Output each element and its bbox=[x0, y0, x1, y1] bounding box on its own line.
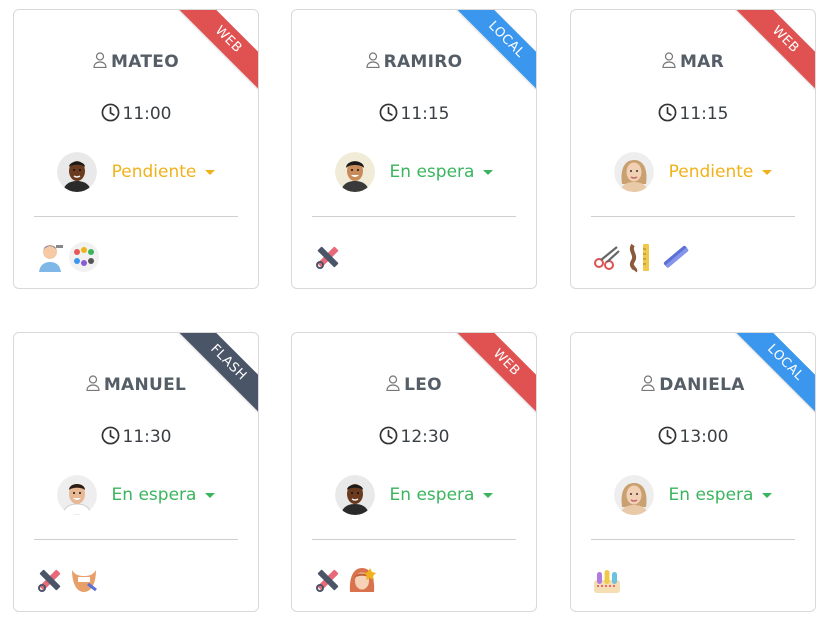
appointment-card: LOCAL RAMIRO 11:15 En espera bbox=[291, 9, 537, 289]
channel-ribbon: LOCAL bbox=[735, 333, 815, 413]
appointment-card: WEB MAR 11:15 Pendiente bbox=[570, 9, 816, 289]
man-light-avatar bbox=[56, 475, 97, 515]
appointment-time-text: 13:00 bbox=[679, 427, 729, 447]
appointment-time: 11:15 bbox=[292, 103, 536, 124]
caret-down-icon bbox=[762, 493, 773, 498]
appointment-time: 11:15 bbox=[571, 103, 815, 124]
appointment-time-text: 12:30 bbox=[400, 427, 450, 447]
appointment-time-text: 11:15 bbox=[679, 104, 729, 124]
clock-icon bbox=[658, 426, 676, 445]
channel-ribbon: LOCAL bbox=[456, 10, 536, 90]
client-name: RAMIRO bbox=[292, 52, 536, 72]
client-name-text: MAR bbox=[679, 52, 725, 72]
clock-icon bbox=[379, 426, 397, 445]
status-dropdown[interactable]: En espera bbox=[390, 162, 494, 182]
user-icon bbox=[662, 52, 676, 69]
man-dark-avatar bbox=[334, 475, 375, 515]
services-list bbox=[34, 564, 100, 596]
appointment-card: WEB LEO 12:30 En espera bbox=[291, 332, 537, 612]
divider bbox=[312, 216, 516, 217]
channel-ribbon: WEB bbox=[735, 10, 815, 90]
client-name: MATEO bbox=[14, 52, 258, 72]
straightener-icon bbox=[663, 245, 689, 268]
appointment-time-text: 11:15 bbox=[400, 104, 450, 124]
services-list bbox=[312, 241, 344, 273]
appointment-time: 11:00 bbox=[14, 103, 258, 124]
caret-down-icon bbox=[483, 170, 494, 175]
client-name: DANIELA bbox=[571, 375, 815, 395]
barber-cut-icon bbox=[39, 245, 63, 272]
user-icon bbox=[365, 52, 380, 69]
man-dark-avatar bbox=[56, 152, 97, 192]
clock-icon bbox=[101, 426, 119, 445]
client-name: MAR bbox=[571, 52, 815, 72]
services-list bbox=[591, 241, 691, 273]
status-label: En espera bbox=[111, 485, 197, 505]
divider bbox=[34, 539, 238, 540]
user-icon bbox=[86, 375, 100, 392]
services-list bbox=[312, 564, 378, 596]
status-label: Pendiente bbox=[111, 162, 197, 182]
status-dropdown[interactable]: Pendiente bbox=[669, 162, 773, 182]
client-name-text: MANUEL bbox=[103, 375, 187, 395]
channel-ribbon: FLASH bbox=[178, 333, 258, 413]
woman-hair-icon bbox=[349, 568, 376, 592]
clock-icon bbox=[379, 103, 397, 122]
status-dropdown[interactable]: En espera bbox=[112, 485, 216, 505]
status-label: En espera bbox=[389, 162, 475, 182]
user-icon bbox=[93, 52, 107, 69]
appointment-time: 12:30 bbox=[292, 426, 536, 447]
man-smiling-avatar bbox=[334, 152, 375, 192]
client-name: MANUEL bbox=[14, 375, 258, 395]
appointment-card: LOCAL DANIELA 13:00 En espera bbox=[570, 332, 816, 612]
status-label: En espera bbox=[668, 485, 754, 505]
clock-icon bbox=[658, 103, 676, 122]
scissors-comb-icon bbox=[38, 569, 61, 592]
beard-icon bbox=[72, 570, 97, 592]
services-list bbox=[34, 241, 100, 273]
nail-polish-icon bbox=[594, 570, 620, 593]
divider bbox=[591, 539, 795, 540]
services-list bbox=[591, 564, 623, 596]
channel-ribbon: WEB bbox=[178, 10, 258, 90]
appointment-time: 11:30 bbox=[14, 426, 258, 447]
color-palette-icon bbox=[69, 242, 99, 272]
client-name-text: RAMIRO bbox=[383, 52, 463, 72]
caret-down-icon bbox=[205, 493, 216, 498]
appointment-time-text: 11:30 bbox=[122, 427, 172, 447]
scissors-comb-icon bbox=[316, 569, 339, 592]
user-icon bbox=[641, 375, 655, 392]
appointment-time: 13:00 bbox=[571, 426, 815, 447]
scissors-comb-icon bbox=[316, 246, 339, 269]
divider bbox=[34, 216, 238, 217]
caret-down-icon bbox=[205, 170, 216, 175]
divider bbox=[312, 539, 516, 540]
status-dropdown[interactable]: En espera bbox=[390, 485, 494, 505]
woman-blonde-avatar bbox=[613, 475, 654, 515]
divider bbox=[591, 216, 795, 217]
appointment-card: WEB MATEO 11:00 Pendiente bbox=[13, 9, 259, 289]
channel-ribbon: WEB bbox=[456, 333, 536, 413]
caret-down-icon bbox=[762, 170, 773, 175]
appointment-card: FLASH MANUEL 11:30 En espera bbox=[13, 332, 259, 612]
client-name-text: LEO bbox=[404, 375, 442, 395]
status-label: En espera bbox=[389, 485, 475, 505]
status-label: Pendiente bbox=[668, 162, 754, 182]
clock-icon bbox=[101, 103, 119, 122]
client-name: LEO bbox=[292, 375, 536, 395]
user-icon bbox=[386, 375, 400, 392]
scissors-cut-icon bbox=[594, 246, 620, 270]
status-dropdown[interactable]: En espera bbox=[669, 485, 773, 505]
appointment-time-text: 11:00 bbox=[122, 104, 172, 124]
hair-length-icon bbox=[629, 243, 649, 273]
caret-down-icon bbox=[483, 493, 494, 498]
status-dropdown[interactable]: Pendiente bbox=[112, 162, 216, 182]
woman-blonde-avatar bbox=[613, 152, 654, 192]
client-name-text: MATEO bbox=[111, 52, 179, 72]
client-name-text: DANIELA bbox=[659, 375, 745, 395]
